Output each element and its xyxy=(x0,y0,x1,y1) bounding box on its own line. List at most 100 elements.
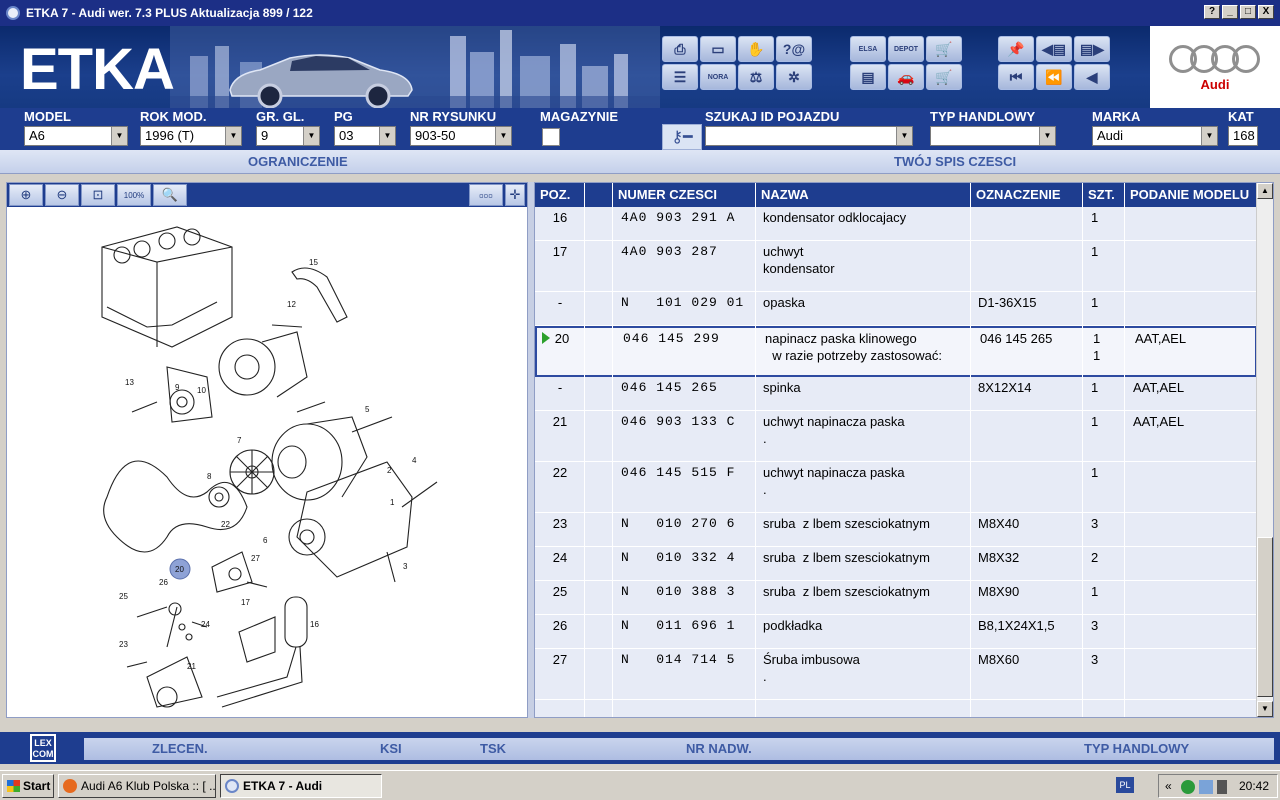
zoom-out-icon[interactable]: ⊖ xyxy=(45,184,79,206)
parts-diagram[interactable]: 15 12 13 10 9 5 7 8 4 2 1 6 3 22 27 20 2… xyxy=(7,207,527,717)
chevron-down-icon[interactable]: ▼ xyxy=(111,127,127,145)
ograniczenie-label[interactable]: OGRANICZENIE xyxy=(248,154,348,169)
maximize-button[interactable]: □ xyxy=(1240,5,1256,19)
wheel-icon[interactable]: ✲ xyxy=(776,64,812,90)
typ-handlowy-dropdown[interactable]: ▼ xyxy=(930,126,1056,146)
cell-numer: N 010 270 6 xyxy=(621,516,736,531)
cell-szt: 3 xyxy=(1091,618,1099,633)
tsk-button[interactable]: TSK xyxy=(480,741,506,756)
depot-icon[interactable]: DEPOT xyxy=(888,36,924,62)
cart-icon[interactable]: 🛒 xyxy=(926,36,962,62)
kat-field[interactable]: 168 xyxy=(1228,126,1258,146)
table-row[interactable]: 27 N 014 714 5 Śruba imbusowa. M8X60 3 xyxy=(535,649,1257,700)
zlecen-button[interactable]: ZLECEN. xyxy=(152,741,208,756)
scroll-down-icon[interactable]: ▼ xyxy=(1257,701,1273,717)
table-row[interactable]: 23 N 010 270 6 sruba z lbem szesciokatnym M… xyxy=(535,513,1257,547)
taskbar-item-firefox[interactable]: Audi A6 Klub Polska :: [ ... xyxy=(58,774,216,798)
cell-poz: 24 xyxy=(552,550,568,565)
nora-icon[interactable]: NORA xyxy=(700,64,736,90)
table-row[interactable]: - 046 145 265 spinka 8X12X14 1 AAT,AEL xyxy=(535,377,1257,411)
minimize-button[interactable]: _ xyxy=(1222,5,1238,19)
zoom-100-icon[interactable]: 100% xyxy=(117,184,151,206)
cell-nazwa: uchwyt napinacza paska. xyxy=(763,465,905,497)
elsa-icon[interactable]: ELSA xyxy=(850,36,886,62)
chevron-down-icon[interactable]: ▼ xyxy=(495,127,511,145)
network-icon[interactable] xyxy=(1181,780,1195,794)
chevron-down-icon[interactable]: ▼ xyxy=(225,127,241,145)
table-row[interactable]: 26 N 011 696 1 podkładka B8,1X24X1,5 3 xyxy=(535,615,1257,649)
chevron-down-icon[interactable]: ▼ xyxy=(896,127,912,145)
nr-rysunku-dropdown[interactable]: 903-50 ▼ xyxy=(410,126,512,146)
close-button[interactable]: X xyxy=(1258,5,1274,19)
chevron-down-icon[interactable]: ▼ xyxy=(303,127,319,145)
print-icon[interactable]: ⎙ xyxy=(662,36,698,62)
start-button[interactable]: Start xyxy=(2,774,54,798)
gr-gl-dropdown[interactable]: 9 ▼ xyxy=(256,126,320,146)
magnifier-icon[interactable]: 🔍 xyxy=(153,184,187,206)
table-row[interactable]: - N 101 029 01 opaska D1-36X15 1 xyxy=(535,292,1257,326)
table-row[interactable]: 17 4A0 903 287 uchwyt kondensator 1 xyxy=(535,241,1257,292)
taskbar-item-etka[interactable]: ETKA 7 - Audi xyxy=(220,774,382,798)
col-header-poz[interactable]: POZ. xyxy=(535,183,585,207)
cell-poz: 23 xyxy=(552,516,568,531)
table-row[interactable]: 21 046 903 133 C uchwyt napinacza paska. 1 A… xyxy=(535,411,1257,462)
messenger-icon[interactable] xyxy=(1199,780,1213,794)
scrollbar-thumb[interactable] xyxy=(1257,537,1273,697)
back-double-icon[interactable]: ⏪ xyxy=(1036,64,1072,90)
scroll-up-icon[interactable]: ▲ xyxy=(1257,183,1273,199)
language-indicator[interactable]: PL xyxy=(1116,777,1134,793)
lexcom-logo[interactable]: LEX COM xyxy=(30,734,56,762)
col-header-szt[interactable]: SZT. xyxy=(1083,183,1125,207)
pg-label: PG xyxy=(334,109,353,124)
szukaj-id-dropdown[interactable]: ▼ xyxy=(705,126,913,146)
handshake-icon[interactable]: ✋ xyxy=(738,36,774,62)
prev-page-icon[interactable]: ◀▤ xyxy=(1036,36,1072,62)
typ-handlowy-button[interactable]: TYP HANDLOWY xyxy=(1084,741,1189,756)
chevron-down-icon[interactable]: ▼ xyxy=(379,127,395,145)
nr-nadw-button[interactable]: NR NADW. xyxy=(686,741,752,756)
car-parts-icon[interactable]: 🚗 xyxy=(888,64,924,90)
back-icon[interactable]: ◀ xyxy=(1074,64,1110,90)
magazynie-checkbox[interactable] xyxy=(542,128,560,146)
rok-mod-dropdown[interactable]: 1996 (T) ▼ xyxy=(140,126,242,146)
cell-szt: 1 xyxy=(1091,465,1099,480)
expand-arrows-icon[interactable]: ✛ xyxy=(505,184,525,206)
table-row[interactable]: 25 N 010 388 3 sruba z lbem szesciokatnym M… xyxy=(535,581,1257,615)
key-icon[interactable]: ⚷━ xyxy=(662,124,702,150)
vertical-scrollbar[interactable]: ▲ ▼ xyxy=(1256,183,1273,717)
table-row-selected[interactable]: 20 046 145 299 napinacz paska klinowego w … xyxy=(535,326,1257,377)
parts-list-label[interactable]: TWÓJ SPIS CZESCI xyxy=(894,154,1016,169)
zoom-in-icon[interactable]: ⊕ xyxy=(9,184,43,206)
chevron-down-icon[interactable]: ▼ xyxy=(1039,127,1055,145)
first-icon[interactable]: ⏮ xyxy=(998,64,1034,90)
col-header-podanie[interactable]: PODANIE MODELU xyxy=(1125,183,1257,207)
help-email-icon[interactable]: ?@ xyxy=(776,36,812,62)
cell-numer: 046 145 515 F xyxy=(621,465,736,480)
col-header-nazwa[interactable]: NAZWA xyxy=(756,183,971,207)
col-header-numer[interactable]: NUMER CZESCI xyxy=(613,183,756,207)
ksi-button[interactable]: KSI xyxy=(380,741,402,756)
app-icon[interactable] xyxy=(6,6,20,20)
catalog-icon[interactable]: ▤ xyxy=(850,64,886,90)
marka-dropdown[interactable]: Audi ▼ xyxy=(1092,126,1218,146)
monitor-icon[interactable]: ▭ xyxy=(700,36,736,62)
zoom-region-icon[interactable]: ⊡ xyxy=(81,184,115,206)
pg-dropdown[interactable]: 03 ▼ xyxy=(334,126,396,146)
model-dropdown[interactable]: A6 ▼ xyxy=(24,126,128,146)
chevron-down-icon[interactable]: ▼ xyxy=(1201,127,1217,145)
cart-add-icon[interactable]: 🛒 xyxy=(926,64,962,90)
scale-icon[interactable]: ⚖ xyxy=(738,64,774,90)
next-page-icon[interactable]: ▤▶ xyxy=(1074,36,1110,62)
col-header-oznaczenie[interactable]: OZNACZENIE xyxy=(971,183,1083,207)
audi-brand-text: Audi xyxy=(1200,76,1230,92)
table-row[interactable]: 16 4A0 903 291 A kondensator odklocajacy 1 xyxy=(535,207,1257,241)
list-icon[interactable]: ☰ xyxy=(662,64,698,90)
rok-mod-label: ROK MOD. xyxy=(140,109,207,124)
table-row[interactable]: 24 N 010 332 4 sruba z lbem szesciokatnym M… xyxy=(535,547,1257,581)
layout-toggle-icon[interactable]: ▫▫▫ xyxy=(469,184,503,206)
volume-icon[interactable] xyxy=(1217,780,1227,794)
table-row[interactable]: 22 046 145 515 F uchwyt napinacza paska. 1 xyxy=(535,462,1257,513)
pin-icon[interactable]: 📌 xyxy=(998,36,1034,62)
help-button[interactable]: ? xyxy=(1204,5,1220,19)
tray-expand-icon[interactable]: « xyxy=(1165,779,1172,793)
